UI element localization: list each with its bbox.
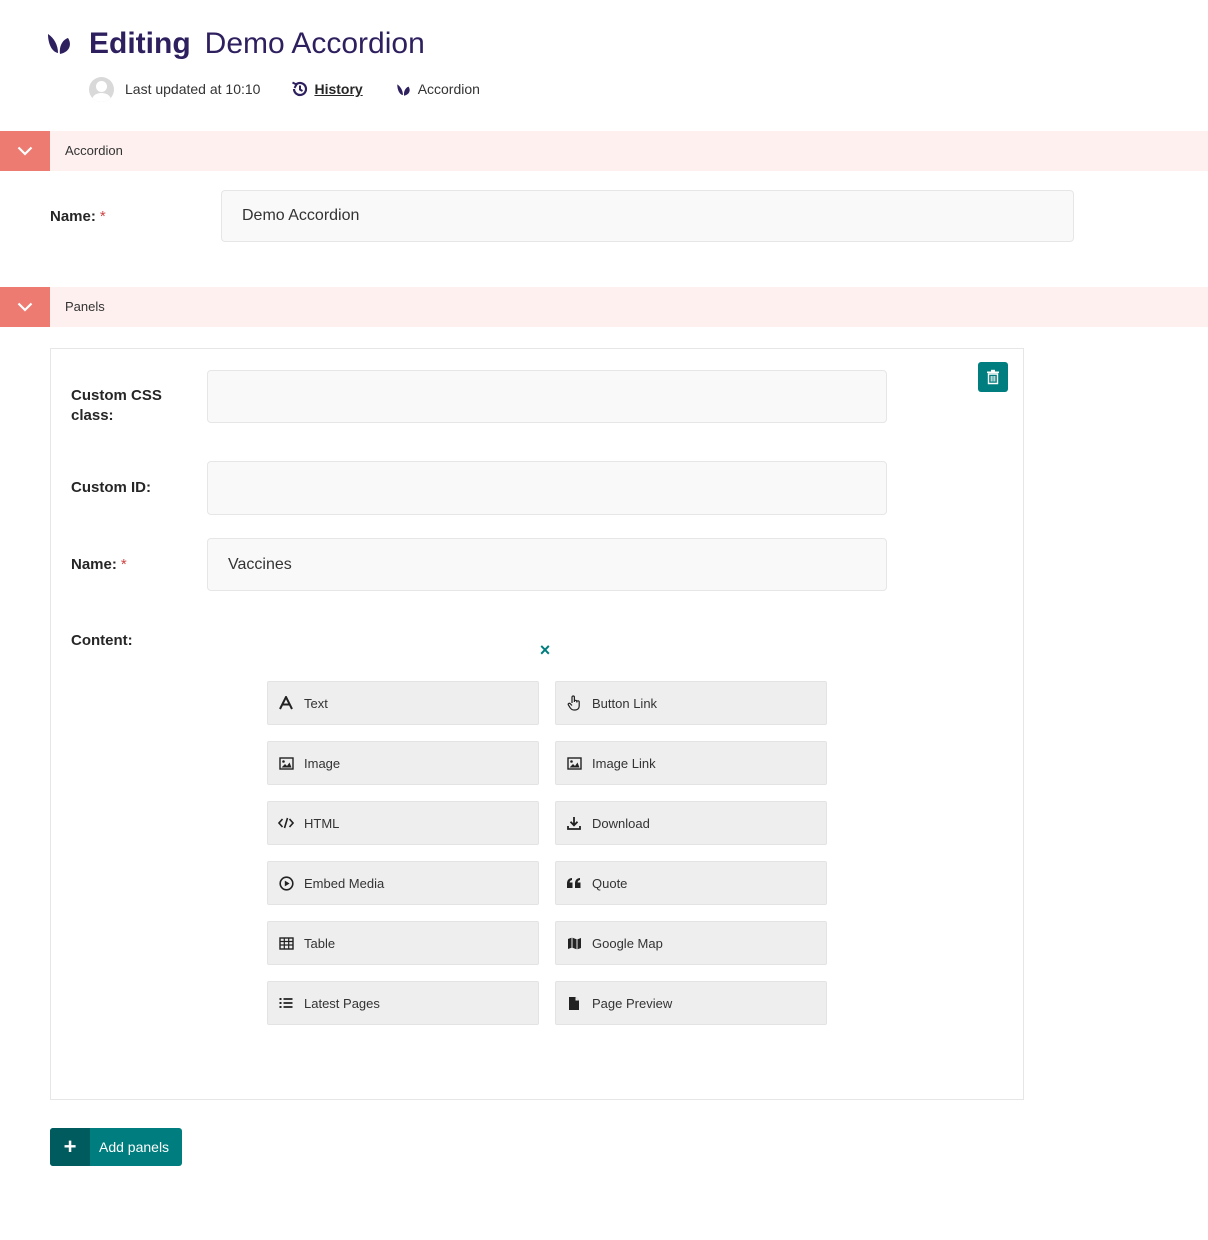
panel-name-label: Name: * [71, 556, 127, 573]
block-google-map-button[interactable]: Google Map [555, 921, 827, 965]
block-table-button[interactable]: Table [267, 921, 539, 965]
required-marker: * [99, 208, 106, 225]
map-icon [556, 936, 592, 951]
section-accordion-label: Accordion [65, 143, 123, 158]
image-icon [556, 756, 592, 770]
page-header: Editing Demo Accordion Last updated at 10… [0, 0, 1208, 130]
leaf-logo-icon [44, 28, 74, 58]
delete-panel-button[interactable] [978, 362, 1008, 392]
chevron-down-icon [17, 146, 33, 156]
editing-label: Editing [89, 27, 191, 60]
table-icon [268, 936, 304, 950]
css-class-label: Custom CSS class: [71, 387, 162, 424]
plus-icon: + [50, 1128, 90, 1166]
section-panels-label: Panels [65, 299, 105, 314]
custom-id-input[interactable] [207, 461, 887, 515]
add-panels-label: Add panels [99, 1139, 170, 1155]
section-accordion-toggle[interactable] [0, 131, 50, 171]
block-text-button[interactable]: Text [267, 681, 539, 725]
block-page-preview-button[interactable]: Page Preview [555, 981, 827, 1025]
page-title: Editing Demo Accordion [89, 24, 425, 64]
trash-icon [987, 369, 999, 385]
block-latest-pages-button[interactable]: Latest Pages [267, 981, 539, 1025]
required-marker: * [120, 556, 127, 573]
history-link[interactable]: History [290, 79, 363, 99]
code-icon [268, 817, 304, 829]
document-icon [556, 996, 592, 1011]
block-download-button[interactable]: Download [555, 801, 827, 845]
page-type-label: Accordion [417, 81, 480, 97]
page-name: Demo Accordion [204, 27, 425, 60]
leaf-type-icon [396, 83, 410, 96]
block-image-link-button[interactable]: Image Link [555, 741, 827, 785]
section-panels: Panels [0, 287, 1208, 327]
block-embed-media-button[interactable]: Embed Media [267, 861, 539, 905]
chevron-down-icon [17, 302, 33, 312]
pointer-hand-icon [556, 695, 592, 711]
section-accordion: Accordion [0, 131, 1208, 171]
content-label: Content: [71, 632, 133, 649]
block-button-link-button[interactable]: Button Link [555, 681, 827, 725]
block-quote-button[interactable]: Quote [555, 861, 827, 905]
page-type: Accordion [395, 81, 480, 98]
avatar [89, 76, 114, 102]
add-panels-button[interactable]: + Add panels [50, 1128, 182, 1166]
panel-name-input[interactable]: Vaccines [207, 538, 887, 591]
page-meta: Last updated at 10:10 History Accordion [89, 76, 480, 102]
custom-id-label: Custom ID: [71, 479, 151, 496]
last-updated: Last updated at 10:10 [125, 81, 261, 97]
accordion-name-input[interactable]: Demo Accordion [221, 190, 1074, 242]
close-chooser-icon[interactable]: × [536, 641, 554, 659]
text-icon [268, 696, 304, 710]
image-icon [268, 756, 304, 770]
quote-icon [556, 877, 592, 889]
download-icon [556, 816, 592, 830]
history-icon [292, 81, 308, 97]
block-image-button[interactable]: Image [267, 741, 539, 785]
name-field-label: Name: * [50, 208, 106, 225]
block-html-button[interactable]: HTML [267, 801, 539, 845]
custom-css-class-input[interactable] [207, 370, 887, 423]
history-label: History [314, 81, 363, 97]
list-icon [268, 997, 304, 1009]
section-panels-toggle[interactable] [0, 287, 50, 327]
media-play-icon [268, 875, 304, 891]
